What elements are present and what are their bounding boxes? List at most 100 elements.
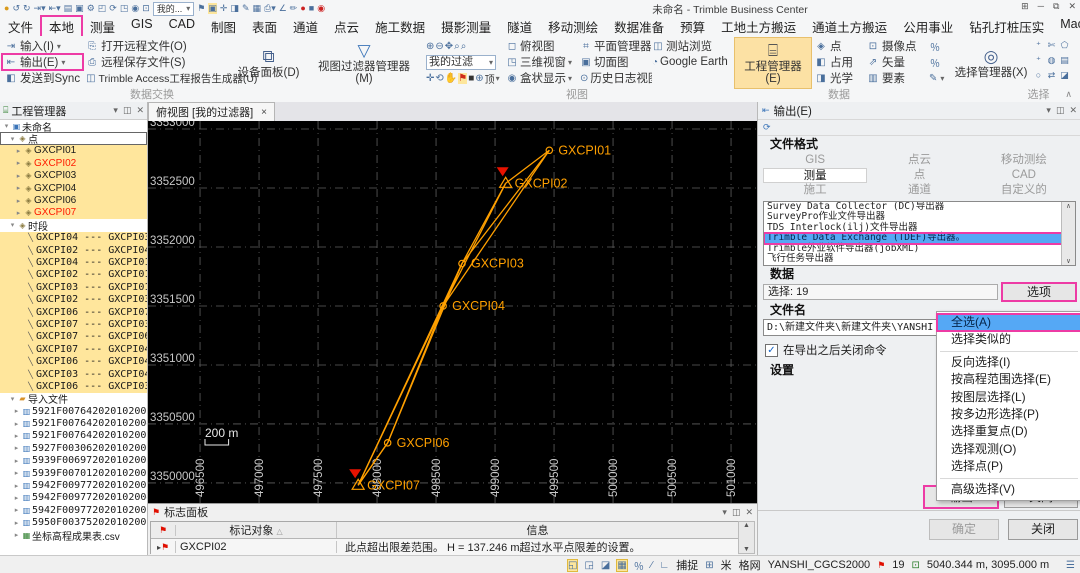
tree-row-csv[interactable]: ▸ ▦ 坐标高程成果表.csv [0,529,147,542]
import-icon[interactable]: ⇥▾ [34,3,46,14]
minimize-icon[interactable]: ─ [1038,1,1044,12]
cutting-plane-button[interactable]: ▣ 切面图 [580,54,652,70]
view-filter-combo[interactable]: 我的过滤 ▾ [426,54,496,70]
tree-row-point[interactable]: ▸ ◈ GXCPI02 [0,157,147,170]
crs-label[interactable]: YANSHI_CGCS2000 [768,559,871,571]
grid-toggle-icon[interactable]: ▦ [616,558,628,572]
tree-row-file[interactable]: ▸▥5939F0069720201020013… [0,455,147,467]
chevron-down-icon[interactable]: ▾ [722,507,727,518]
collapsed-icon[interactable]: ▸ [12,531,21,539]
flags-table-row[interactable]: ▸⚑ GXCPI02 此点超出限差范围。 H = 137.246 m超过水平点限… [151,539,738,555]
points-button[interactable]: ◈ 点 [812,38,864,54]
save-remote-file-button[interactable]: ⎙ 远程保存文件(S) [83,54,235,70]
plan-view-canvas[interactable]: 3353000 3352500 3352000 3351500 3351000 33505… [148,117,757,503]
format-tab-自定义的[interactable]: 自定义的 [972,183,1076,198]
tree-row-file[interactable]: ▸▥5921F0076420201020042… [0,417,147,429]
tree-row-root[interactable]: ▾ ▣ 未命名 [0,120,147,133]
ortho-toggle-icon[interactable]: ◲ [584,560,593,571]
tree-row-session[interactable]: ╲GXCPI03 --- GXCPI04 (… [0,367,147,381]
menu-item-隧道[interactable]: 隧道 [499,16,540,37]
tree-row-session[interactable]: ╲GXCPI06 --- GXCPI04 (… [0,355,147,368]
percent-icon[interactable]: ％ [634,558,644,573]
collapsed-icon[interactable]: ▸ [14,209,23,217]
exporter-item[interactable]: Trimble Data Exchange (TDEF)导出器。 [764,232,1075,245]
filter-tool2-icon[interactable]: ％ [926,54,944,70]
collapsed-icon[interactable]: ▸ [14,147,23,155]
baseline-GXCPI06-GXCPI03[interactable] [387,263,463,444]
tree-row-file[interactable]: ▸▥5939F0070120201020070… [0,467,147,479]
zoom-tools[interactable]: ⊕ ⊖ ✥ ⌕ ⌕ [426,38,506,54]
ribbon-collapse-icon[interactable]: ∧ [1065,89,1072,100]
import-button[interactable]: ⇥ 输入(I) ▾ [2,38,83,54]
point-marker-GXCPI02[interactable] [498,176,513,188]
tree-row-point[interactable]: ▸ ◈ GXCPI06 [0,194,147,207]
tree-row-file[interactable]: ▸▥5942F0097720201020070… [0,504,147,516]
tab-plan-view[interactable]: 俯视图 [我的过滤器] × [148,102,276,121]
tree-row-session[interactable]: ╲GXCPI03 --- GXCPI01 (… [0,281,147,294]
occupations-button[interactable]: ◧ 占用 [812,54,864,70]
format-tab-GIS[interactable]: GIS [763,153,867,168]
project-explorer-button[interactable]: ⌸ 工程管理器(E) [734,37,812,89]
qat-filter-combo[interactable]: 我的... ▾ [152,1,195,16]
globe-icon[interactable]: ◉ [131,3,139,14]
brush-tool-icon[interactable]: ✎ ▾ [926,70,944,86]
context-menu-item-选择点(P)[interactable]: 选择点(P) [937,458,1080,475]
restore-icon[interactable]: ⊞ [1021,1,1029,12]
menu-item-文件[interactable]: 文件 [0,16,41,37]
view-filter-manager-button[interactable]: ▽ 视图过滤器管理器(M) [308,37,420,89]
flag-icon[interactable]: ⚑ [877,560,885,571]
tree-row-session[interactable]: ╲GXCPI02 --- GXCPI03 (… [0,293,147,306]
menu-item-预算[interactable]: 预算 [672,16,713,37]
limit-box-button[interactable]: ◉ 盒状显示 ▾ [506,70,580,86]
collapsed-icon[interactable]: ▸ [12,432,21,440]
grid-label[interactable]: 格网 [739,557,761,573]
context-menu-item-按高程范围选择(E)[interactable]: 按高程范围选择(E) [937,371,1080,388]
printer-icon[interactable]: ⎙▾ [264,3,276,14]
record-icon[interactable]: ● [300,3,305,14]
format-tab-点[interactable]: 点 [867,168,971,183]
collapsed-icon[interactable]: ▸ [14,159,23,167]
gear-icon[interactable]: ⚙ [87,3,95,14]
unit-label[interactable]: 米 [721,557,732,573]
features-button[interactable]: ▥ 要素 [864,70,926,86]
tree-row-point[interactable]: ▸ ◈ GXCPI03 [0,169,147,182]
close-icon[interactable]: ✕ [1069,105,1077,116]
collapsed-icon[interactable]: ▸ [12,457,21,465]
menu-item-本地[interactable]: 本地 [40,15,84,38]
collapsed-icon[interactable]: ▸ [12,519,21,527]
refresh-icon[interactable]: ⟳ [763,122,771,133]
device-pane-button[interactable]: ⧉ 设备面板(D) [235,37,302,89]
column-flagged-object[interactable]: 标记对象 △ [176,522,337,538]
expanded-icon[interactable]: ▾ [8,135,17,143]
menu-item-钻孔打桩压实[interactable]: 钻孔打桩压实 [961,16,1052,37]
collapsed-icon[interactable]: ▸ [12,444,21,452]
menu-item-测量[interactable]: 测量 [82,16,123,37]
camera-points-button[interactable]: ⊡ 摄像点 [864,38,926,54]
context-menu-item-高级选择(V)[interactable]: 高级选择(V) [937,481,1080,498]
plane-toggle-icon[interactable]: ◪ [601,560,610,571]
format-tab-点云[interactable]: 点云 [867,153,971,168]
format-tab-移动测绘[interactable]: 移动测绘 [972,153,1076,168]
tree-row-session[interactable]: ╲GXCPI07 --- GXCPI06 (… [0,330,147,344]
menu-item-通道土方搬运[interactable]: 通道土方搬运 [804,16,895,37]
tree-row-file[interactable]: ▸▥5927F0030620201020070… [0,442,147,454]
tree-row-file[interactable]: ▸▥5942F0097720201020013… [0,479,147,491]
maximize-icon[interactable]: ⧉ [1053,1,1059,12]
baseline-GXCPI03-GXCPI01[interactable] [461,149,550,264]
menu-item-表面[interactable]: 表面 [244,16,285,37]
menu-item-公用事业[interactable]: 公用事业 [895,16,961,37]
menu-item-移动测绘[interactable]: 移动测绘 [540,16,606,37]
3d-view-button[interactable]: ◳ 三维视窗 ▾ [506,54,580,70]
tree-row-session[interactable]: ╲GXCPI04 --- GXCPI03 (… [0,231,147,244]
grid-icon[interactable]: ▦ [252,3,261,14]
pin-icon[interactable]: ◫ [732,507,741,518]
tree-row-folder[interactable]: ▾ ▰ 导入文件 [0,393,147,405]
pen-icon[interactable]: ✎ [242,3,250,14]
baseline-GXCPI07-GXCPI04[interactable] [357,305,444,486]
image-icon[interactable]: ⊡ [142,3,150,14]
column-info[interactable]: 信息 [337,522,738,538]
tbc-report-generator-button[interactable]: ◫ Trimble Access工程报告生成器(U) [83,70,257,86]
tree-row-session[interactable]: ╲GXCPI07 --- GXCPI04 (… [0,343,147,356]
tree-row-point[interactable]: ▸ ◈ GXCPI01 [0,144,147,158]
layout-switch-icon[interactable]: ☰ [1066,560,1075,571]
